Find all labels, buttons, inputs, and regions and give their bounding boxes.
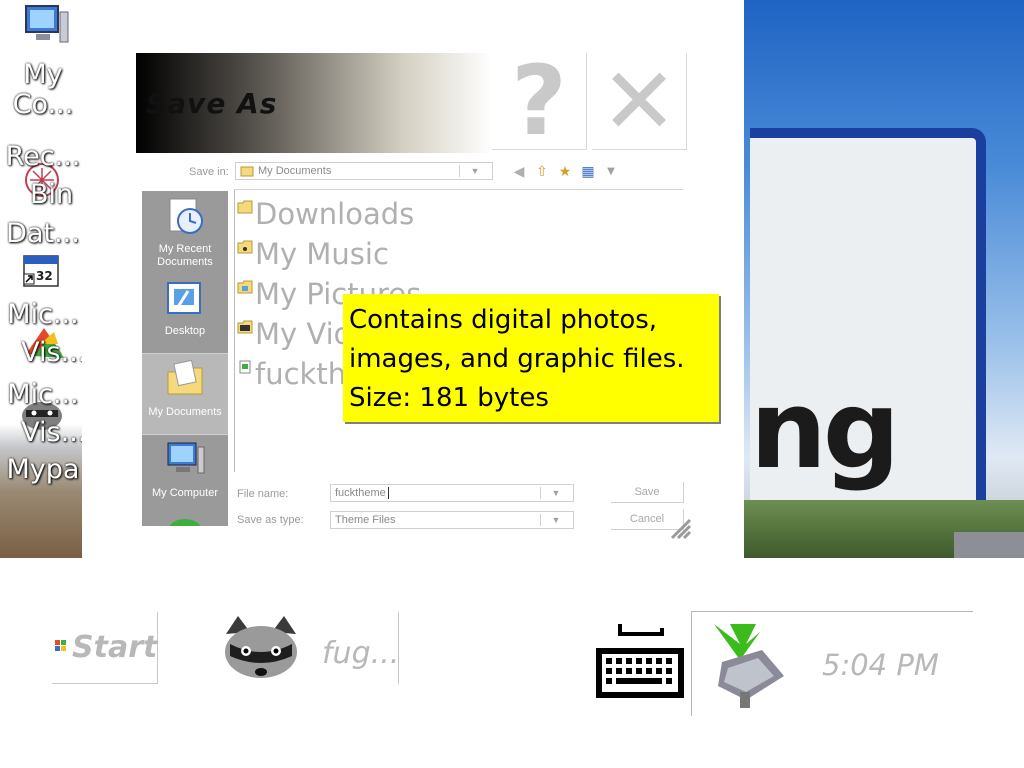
desktop-icon-mic-vis-2[interactable]: Mic... Vis... bbox=[0, 374, 82, 464]
save-as-type-select[interactable]: Theme Files ▼ bbox=[330, 511, 574, 529]
keyboard-icon[interactable] bbox=[592, 620, 688, 706]
save-as-type-label: Save as type: bbox=[237, 514, 304, 526]
place-my-documents[interactable]: My Documents bbox=[142, 353, 228, 435]
roof bbox=[954, 532, 1024, 558]
place-label: My Recent Documents bbox=[157, 243, 213, 268]
save-in-label: Save in: bbox=[189, 166, 229, 178]
desktop-icon-label: Mic... Vis... bbox=[7, 299, 82, 368]
chevron-down-icon[interactable]: ▼ bbox=[459, 165, 490, 177]
place-label: Desktop bbox=[164, 325, 206, 337]
back-icon[interactable]: ◀ bbox=[510, 163, 528, 181]
place-my-recent-documents[interactable]: My Recent Documents bbox=[142, 191, 228, 271]
pictures-folder-icon bbox=[237, 280, 253, 294]
videos-folder-icon bbox=[237, 320, 253, 334]
tooltip: Contains digital photos, images, and gra… bbox=[343, 294, 719, 422]
windows-logo-icon bbox=[55, 640, 66, 651]
desktop-icon-label: Mypa bbox=[6, 454, 80, 485]
desktop-icon-my-computer[interactable]: My Co... bbox=[0, 2, 82, 122]
my-documents-icon bbox=[240, 166, 254, 177]
desktop-icon-recycle-bin[interactable]: Rec... Bin bbox=[0, 122, 82, 210]
save-in-combo[interactable]: My Documents ▼ bbox=[235, 162, 493, 180]
new-folder-icon[interactable]: ★ bbox=[556, 163, 574, 181]
place-label: My Documents bbox=[148, 406, 222, 418]
desktop-icon-label: Mic... Vis... bbox=[7, 379, 82, 448]
desktop-icon bbox=[167, 282, 201, 314]
taskbar-item-label: fug... bbox=[322, 636, 400, 671]
help-button[interactable]: ? bbox=[492, 45, 587, 157]
start-button[interactable]: Start bbox=[52, 612, 158, 684]
tooltip-line: images, and graphic files. bbox=[349, 344, 685, 374]
network-connection-icon[interactable] bbox=[700, 616, 792, 714]
folder-icon bbox=[167, 359, 203, 395]
file-name: Downloads bbox=[255, 197, 415, 231]
chevron-down-icon[interactable]: ▼ bbox=[540, 487, 571, 499]
raccoon-icon bbox=[225, 616, 297, 678]
save-in-value: My Documents bbox=[258, 165, 332, 177]
title-bar[interactable]: Save As bbox=[136, 53, 492, 153]
desktop-left-wallpaper: My Co... Rec... Bin 32 Dat... Mic... Vis… bbox=[0, 0, 82, 558]
file-name-input[interactable]: fucktheme ▼ bbox=[330, 484, 574, 502]
system-tray: 5:04 PM bbox=[691, 611, 973, 716]
network-icon bbox=[169, 519, 201, 526]
file-name-label: File name: bbox=[237, 488, 289, 500]
computer-icon bbox=[25, 5, 69, 43]
places-bar: My Recent Documents Desktop My Documents bbox=[142, 191, 228, 526]
file-item-downloads[interactable]: Downloads bbox=[237, 194, 414, 234]
close-button[interactable]: ✕ bbox=[592, 48, 687, 155]
start-label: Start bbox=[72, 630, 158, 665]
file-name: My Music bbox=[255, 237, 389, 271]
taskbar-item[interactable]: fug... bbox=[210, 612, 399, 684]
place-label: My Computer bbox=[151, 487, 219, 499]
music-folder-icon bbox=[237, 240, 253, 254]
views-icon[interactable]: ▦ bbox=[579, 163, 597, 181]
up-folder-icon[interactable]: ⇧ bbox=[533, 163, 551, 181]
place-desktop[interactable]: Desktop bbox=[142, 273, 228, 353]
tooltip-line: Size: 181 bytes bbox=[349, 383, 549, 413]
tooltip-line: Contains digital photos, bbox=[349, 305, 658, 335]
desktop-icon-mypa[interactable]: Mypa bbox=[0, 452, 82, 492]
chevron-down-icon[interactable]: ▼ bbox=[540, 514, 571, 526]
theme-file-icon bbox=[239, 360, 251, 374]
desktop-icon-dat[interactable]: 32 Dat... bbox=[0, 214, 82, 294]
folder-icon bbox=[237, 200, 253, 214]
town-sign-text: ng bbox=[750, 368, 900, 493]
computer-icon bbox=[167, 442, 205, 474]
file-item-my-music[interactable]: My Music bbox=[237, 234, 389, 274]
recent-documents-icon bbox=[169, 198, 203, 234]
desktop-icon-label: Dat... bbox=[6, 218, 80, 249]
desktop-icon-label: My Co... bbox=[12, 59, 74, 120]
save-as-dialog: Save As ? ✕ Save in: My Documents ▼ ◀ ⇧ … bbox=[82, 0, 744, 558]
desktop-icon-mic-vis-1[interactable]: Mic... Vis... bbox=[0, 294, 82, 384]
desktop-icon-label: Rec... Bin bbox=[5, 141, 81, 210]
resize-grip-icon[interactable] bbox=[666, 514, 692, 540]
svg-text:32: 32 bbox=[36, 269, 53, 283]
file-name-value: fucktheme bbox=[335, 487, 386, 499]
save-button[interactable]: Save bbox=[611, 482, 684, 503]
desktop-right-wallpaper: ng bbox=[744, 0, 1024, 558]
clock[interactable]: 5:04 PM bbox=[822, 648, 939, 682]
calendar-icon: 32 bbox=[23, 255, 59, 287]
place-my-computer[interactable]: My Computer bbox=[142, 435, 228, 515]
dialog-title: Save As bbox=[146, 87, 278, 120]
save-as-type-value: Theme Files bbox=[335, 514, 396, 526]
text-cursor bbox=[387, 487, 389, 499]
views-dropdown-icon[interactable]: ▼ bbox=[602, 163, 620, 181]
town-sign: ng bbox=[750, 128, 986, 536]
